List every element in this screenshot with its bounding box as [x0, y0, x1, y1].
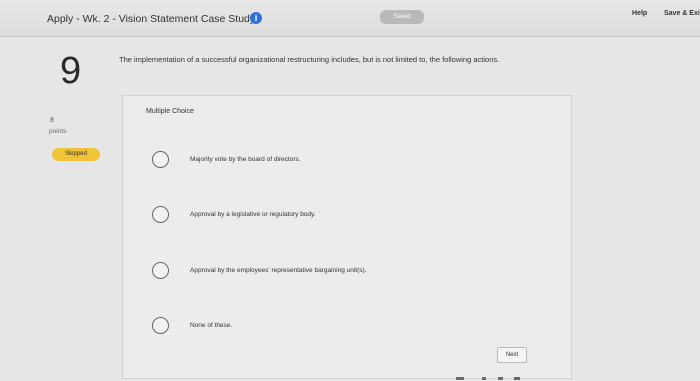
question-prompt: The implementation of a successful organ… — [119, 55, 500, 64]
answer-option[interactable]: Majority vote by the board of directors. — [152, 151, 552, 171]
answer-option-label: Approval by the employees' representativ… — [190, 267, 367, 274]
question-number: 9 — [60, 50, 82, 92]
answer-option[interactable]: Approval by a legislative or regulatory … — [152, 206, 552, 226]
radio-button[interactable] — [152, 317, 169, 334]
saved-status-badge: Saved — [380, 10, 424, 24]
answer-option-label: Approval by a legislative or regulatory … — [190, 211, 316, 218]
answer-option[interactable]: None of these. — [152, 317, 552, 337]
bottom-toolbar-fragment — [448, 374, 528, 381]
help-link[interactable]: Help — [632, 10, 647, 17]
radio-button[interactable] — [152, 206, 169, 223]
answer-option[interactable]: Approval by the employees' representativ… — [152, 262, 552, 282]
points-label: points — [49, 128, 67, 135]
question-type-label: Multiple Choice — [146, 108, 194, 115]
next-button[interactable]: Next — [497, 347, 527, 363]
assignment-title: Apply - Wk. 2 - Vision Statement Case St… — [47, 13, 256, 25]
answer-option-label: Majority vote by the board of directors. — [190, 156, 301, 163]
radio-button[interactable] — [152, 262, 169, 279]
info-icon[interactable]: i — [250, 12, 262, 24]
radio-button[interactable] — [152, 151, 169, 168]
points-value: 8 — [50, 117, 54, 124]
save-exit-link[interactable]: Save & Exi — [664, 10, 700, 17]
skipped-status-badge: Skipped — [52, 148, 100, 161]
answer-option-label: None of these. — [190, 322, 233, 329]
